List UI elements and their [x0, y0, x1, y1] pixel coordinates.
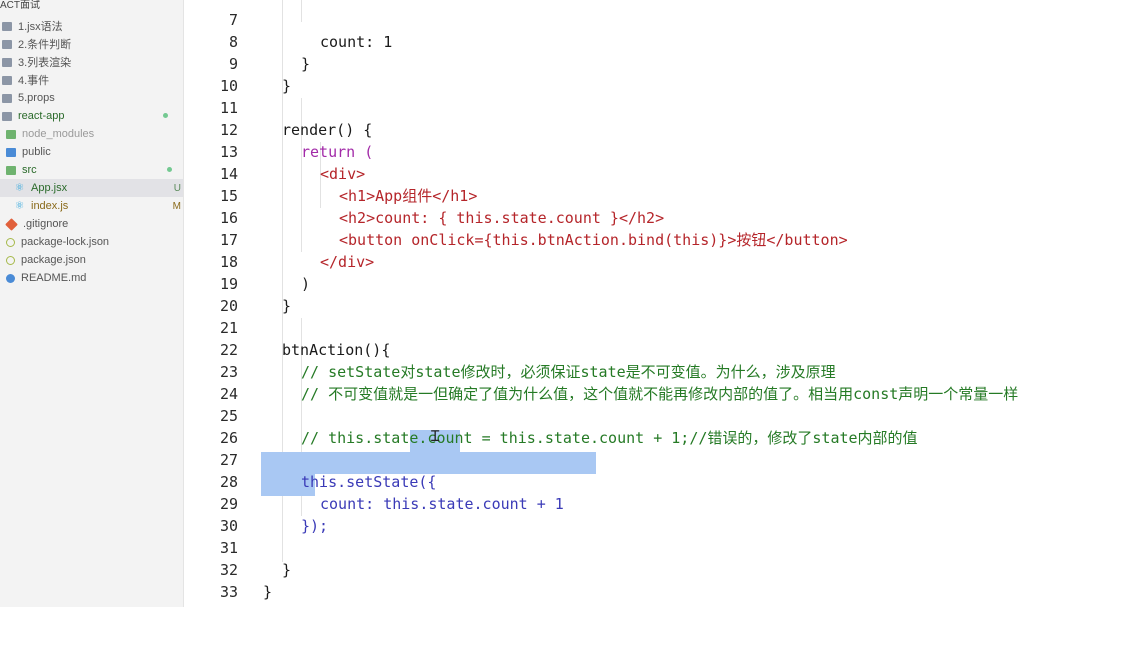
tree-item-label: src: [22, 164, 37, 176]
tree-item-label: .gitignore: [23, 218, 69, 230]
git-status-badge: M: [172, 200, 181, 212]
code-line: 14 <h1>App组件</h1>: [184, 141, 1126, 205]
git-icon: [5, 217, 18, 231]
tree-item-label: node_modules: [22, 128, 95, 140]
code-line: 31 }: [184, 515, 1126, 579]
tree-item-events[interactable]: 4.事件: [0, 71, 183, 89]
tree-item-jsx[interactable]: 1.jsx语法: [0, 17, 183, 35]
git-status-badge: U: [173, 182, 181, 194]
info-icon: [6, 273, 15, 283]
folder-icon: [2, 39, 12, 49]
code-line: 10: [184, 53, 1126, 95]
tree-item-list-render[interactable]: 3.列表渲染: [0, 53, 183, 71]
code-line: 32 }: [184, 537, 1126, 601]
tree-item-label: react-app: [18, 110, 65, 122]
code-line: 28 count: this.state.count + 1: [184, 449, 1126, 513]
tree-item-conditions[interactable]: 2.条件判断: [0, 35, 183, 53]
tree-item-label: App.jsx: [31, 182, 68, 194]
explorer-root-label: ACT面试: [0, 0, 40, 11]
folder-icon: [2, 93, 12, 103]
react-icon: ⚛: [14, 199, 25, 212]
code-line: 22 // setState对state修改时，必须保证state是不可变值。为…: [184, 317, 1126, 381]
tree-item-label: README.md: [21, 272, 87, 284]
code-line: 20: [184, 273, 1126, 315]
code-line: 12 return (: [184, 97, 1126, 161]
text-cursor-icon: Ɪ: [431, 428, 440, 445]
line-code: }: [263, 583, 273, 601]
tree-item-react-app[interactable]: react-app: [0, 107, 183, 125]
code-line: 15 <h2>count: { this.state.count }</h2>: [184, 163, 1126, 227]
line-number: 33: [219, 583, 238, 601]
tree-item-label: package.json: [21, 254, 86, 266]
folder-icon: [2, 21, 12, 31]
code-line: 24: [184, 361, 1126, 403]
json-icon: [6, 255, 15, 265]
file-explorer: ACT面试 1.jsx语法 2.条件判断 3.列表渲染 4.事件 5.props…: [0, 0, 184, 607]
tree-item-props[interactable]: 5.props: [0, 89, 183, 107]
folder-icon: [2, 75, 12, 85]
tree-item-label: package-lock.json: [21, 236, 110, 248]
code-line: 25 // this.state.count = this.state.coun…: [184, 383, 1126, 447]
git-status-dot: [167, 167, 172, 172]
code-line: 23 // 不可变值就是一但确定了值为什么值，这个值就不能再修改内部的值了。相当…: [184, 339, 1126, 403]
code-editor[interactable]: 7 count: 1 8 } 9 } 10 11 render() { 12 r…: [184, 0, 1126, 607]
folder-icon: [6, 165, 16, 175]
tree-item-package-lock[interactable]: package-lock.json: [0, 233, 183, 251]
folder-icon: [2, 57, 12, 67]
tree-item-label: index.js: [31, 200, 69, 212]
code-line: 29 });: [184, 471, 1126, 535]
folder-icon: [2, 111, 12, 121]
tree-item-public[interactable]: public: [0, 143, 183, 161]
code-line: 13 <div>: [184, 119, 1126, 183]
tree-item-app-jsx[interactable]: ⚛ App.jsx U: [0, 179, 183, 197]
tree-item-package-json[interactable]: package.json: [0, 251, 183, 269]
tree-item-label: 5.props: [18, 92, 55, 104]
code-line: 30: [184, 493, 1126, 535]
code-line: 33: [184, 559, 1126, 601]
tree-item-label: 3.列表渲染: [18, 57, 72, 69]
tree-item-node-modules[interactable]: node_modules: [0, 125, 183, 143]
json-icon: [6, 237, 15, 247]
tree-item-label: public: [22, 146, 51, 158]
tree-item-label: 2.条件判断: [18, 39, 72, 51]
code-line: 8 }: [184, 9, 1126, 73]
tree-item-gitignore[interactable]: .gitignore: [0, 215, 183, 233]
code-line: 27 this.setState({: [184, 427, 1126, 491]
tree-item-label: 1.jsx语法: [18, 21, 63, 33]
code-line: 26: [184, 405, 1126, 447]
folder-icon: [6, 147, 16, 157]
tree-item-index-js[interactable]: ⚛ index.js M: [0, 197, 183, 215]
code-line: 17 </div>: [184, 207, 1126, 271]
code-line: 11 render() {: [184, 75, 1126, 139]
git-status-dot: [163, 113, 168, 118]
tree-item-readme[interactable]: README.md: [0, 269, 183, 287]
folder-icon: [6, 129, 16, 139]
code-line: 9 }: [184, 31, 1126, 95]
code-line: 21 btnAction(){: [184, 295, 1126, 359]
tree-item-label: 4.事件: [18, 75, 50, 87]
tree-item-src[interactable]: src: [0, 161, 183, 179]
code-line: 16 <button onClick={this.btnAction.bind(…: [184, 185, 1126, 249]
code-line: 7 count: 1: [184, 0, 1126, 51]
code-line: 18 ): [184, 229, 1126, 293]
code-line: 19 }: [184, 251, 1126, 315]
react-icon: ⚛: [14, 181, 25, 194]
